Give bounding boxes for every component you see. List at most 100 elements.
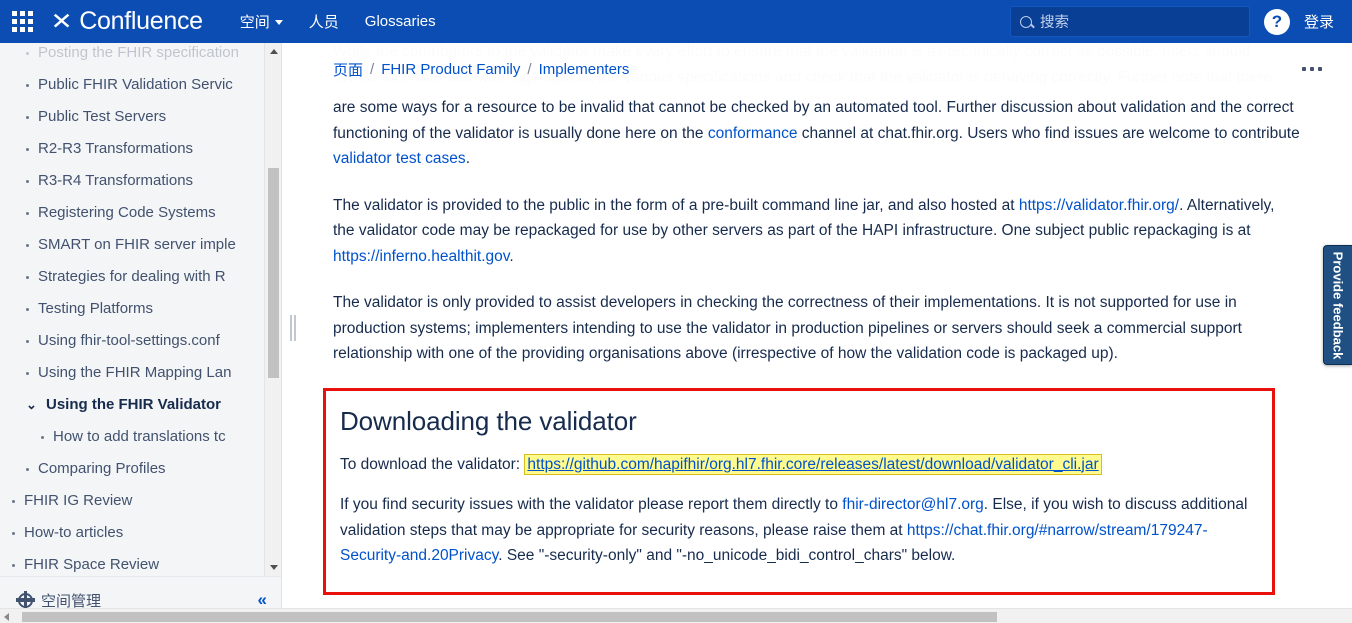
scrollbar-thumb[interactable] (268, 168, 279, 378)
app-switcher-button[interactable] (0, 0, 44, 43)
gear-icon (16, 590, 35, 610)
help-question-icon: ? (1271, 11, 1283, 31)
collapse-sidebar-button[interactable]: « (258, 590, 268, 610)
breadcrumb-item-pages[interactable]: 页面 (333, 59, 363, 80)
link-validator-test-cases[interactable]: validator test cases (333, 150, 466, 167)
brand-name: Confluence (79, 7, 203, 35)
login-link[interactable]: 登录 (1304, 11, 1334, 32)
bullet-icon (26, 148, 29, 151)
breadcrumb-item-implementers[interactable]: Implementers (539, 61, 630, 78)
link-fhir-director-email[interactable]: fhir-director@hl7.org (842, 496, 984, 513)
paragraph-validation-limits: are some ways for a resource to be inval… (333, 95, 1300, 172)
help-button[interactable]: ? (1263, 8, 1290, 35)
scroll-up-button[interactable] (265, 43, 281, 60)
sidebar-item-using-the-fhir-mapping-language[interactable]: Using the FHIR Mapping Lan (0, 357, 281, 389)
sidebar-item-label: How to add translations tc (53, 428, 226, 445)
link-inferno-healthit-gov[interactable]: https://inferno.healthit.gov (333, 248, 509, 265)
sidebar-item-r3-r4-transformations[interactable]: R3-R4 Transformations (0, 165, 281, 197)
link-conformance[interactable]: conformance (708, 125, 798, 142)
paragraph-support-disclaimer: The validator is only provided to assist… (333, 294, 1242, 362)
ellipsis-horizontal-icon (1310, 67, 1314, 71)
bullet-icon (26, 468, 29, 471)
sidebar-resize-handle[interactable] (290, 315, 296, 341)
breadcrumb-separator: / (527, 60, 532, 78)
sidebar-item-label: Testing Platforms (38, 300, 154, 317)
sidebar-item-registering-code-systems[interactable]: Registering Code Systems (0, 197, 281, 229)
downloading-the-validator-section: Downloading the validator To download th… (323, 387, 1275, 595)
search-input[interactable]: 搜索 (1009, 6, 1250, 37)
breadcrumb-item-fhir-product-family[interactable]: FHIR Product Family (381, 61, 520, 78)
sidebar-vertical-scrollbar[interactable] (264, 43, 281, 576)
nav-item-spaces[interactable]: 空间 (229, 4, 294, 39)
bullet-icon (26, 212, 29, 215)
bullet-icon (41, 436, 44, 439)
scroll-left-icon[interactable] (4, 613, 9, 621)
sidebar-item-label: Strategies for dealing with R (38, 268, 226, 285)
sidebar-item-label: Using fhir-tool-settings.conf (38, 332, 220, 349)
sticky-page-header: 页面 / FHIR Product Family / Implementers (283, 43, 1352, 95)
bullet-icon (26, 180, 29, 183)
sidebar-item-strategies-for-dealing-with-r[interactable]: Strategies for dealing with R (0, 261, 281, 293)
link-validator-fhir-org[interactable]: https://validator.fhir.org/ (1019, 197, 1179, 214)
paragraph-validator-distribution: The validator is provided to the public … (333, 193, 1300, 270)
bullet-icon (12, 532, 15, 535)
heading-downloading-the-validator: Downloading the validator (340, 405, 637, 436)
validator-download-url-link[interactable]: https://github.com/hapifhir/org.hl7.fhir… (524, 453, 1102, 475)
sidebar-item-public-fhir-validation-service[interactable]: Public FHIR Validation Servic (0, 69, 281, 101)
sidebar-item-label: Using the FHIR Mapping Lan (38, 364, 232, 381)
sidebar-item-fhir-space-review[interactable]: FHIR Space Review (0, 549, 281, 576)
sidebar-item-label: How-to articles (24, 524, 124, 541)
bullet-icon (26, 372, 29, 375)
page-body: are some ways for a resource to be inval… (283, 95, 1352, 623)
sidebar-item-label: Comparing Profiles (38, 460, 166, 477)
sidebar-item-how-to-articles[interactable]: How-to articles (0, 517, 281, 549)
bullet-icon (26, 308, 29, 311)
sec-text-c: . See "-security-only" and "-no_unicode_… (498, 547, 956, 564)
nav-item-people-label: 人员 (308, 14, 339, 31)
sidebar-item-testing-platforms[interactable]: Testing Platforms (0, 293, 281, 325)
sidebar-item-label: Posting the FHIR specification (38, 44, 239, 61)
page-body-scroll-area[interactable]: are some ways for a resource to be inval… (283, 95, 1352, 623)
more-actions-button[interactable] (1294, 61, 1330, 77)
sidebar-page-tree: Posting the FHIR specification Public FH… (0, 43, 281, 576)
sidebar-item-label: Using the FHIR Validator (46, 396, 222, 413)
provide-feedback-tab[interactable]: Provide feedback (1323, 245, 1352, 365)
sidebar-item-posting-the-fhir-specification[interactable]: Posting the FHIR specification (0, 43, 281, 69)
sidebar-item-label: Public Test Servers (38, 108, 167, 125)
horizontal-scrollbar[interactable] (0, 608, 1352, 623)
sidebar-item-comparing-profiles[interactable]: Comparing Profiles (0, 453, 281, 485)
confluence-home-link[interactable]: ✕ Confluence (51, 7, 204, 36)
sidebar-item-using-the-fhir-validator[interactable]: ⌄ Using the FHIR Validator (0, 389, 281, 421)
p2-text-c: . (509, 247, 514, 265)
top-navigation-bar: ✕ Confluence 空间 人员 Glossaries 搜索 ? 登录 (0, 0, 1352, 43)
bullet-icon (26, 340, 29, 343)
scroll-down-button[interactable] (265, 559, 281, 576)
nav-item-people[interactable]: 人员 (298, 4, 350, 39)
sidebar-item-label: Public FHIR Validation Servic (38, 76, 233, 93)
top-nav-right-group: 搜索 ? 登录 (1009, 6, 1352, 37)
download-intro-text: To download the validator: (340, 455, 525, 473)
triangle-up-icon (269, 49, 278, 54)
chevron-down-icon[interactable]: ⌄ (26, 397, 37, 413)
horizontal-scrollbar-thumb[interactable] (22, 612, 997, 622)
sidebar-item-r2-r3-transformations[interactable]: R2-R3 Transformations (0, 133, 281, 165)
search-icon (1019, 15, 1032, 28)
ellipsis-horizontal-icon (1318, 67, 1322, 71)
sidebar-item-public-test-servers[interactable]: Public Test Servers (0, 101, 281, 133)
nav-item-glossaries[interactable]: Glossaries (354, 6, 447, 37)
paragraph-security-reporting: If you find security issues with the val… (340, 492, 1258, 569)
sidebar-item-how-to-add-translations[interactable]: How to add translations tc (0, 421, 281, 453)
sidebar-scroll-area[interactable]: Posting the FHIR specification Public FH… (0, 43, 281, 576)
space-sidebar: Posting the FHIR specification Public FH… (0, 43, 282, 623)
sidebar-item-label: FHIR Space Review (24, 556, 160, 573)
p2-text-a: The validator is provided to the public … (333, 196, 1019, 214)
bullet-icon (26, 116, 29, 119)
sidebar-item-fhir-ig-review[interactable]: FHIR IG Review (0, 485, 281, 517)
primary-nav: 空间 人员 Glossaries (229, 4, 447, 39)
bullet-icon (26, 84, 29, 87)
resize-handle-icon (294, 315, 296, 341)
sec-text-a: If you find security issues with the val… (340, 496, 843, 513)
sidebar-item-label: Registering Code Systems (38, 204, 216, 221)
sidebar-item-smart-on-fhir-server-implementation[interactable]: SMART on FHIR server imple (0, 229, 281, 261)
sidebar-item-using-fhir-tool-settings-conf[interactable]: Using fhir-tool-settings.conf (0, 325, 281, 357)
